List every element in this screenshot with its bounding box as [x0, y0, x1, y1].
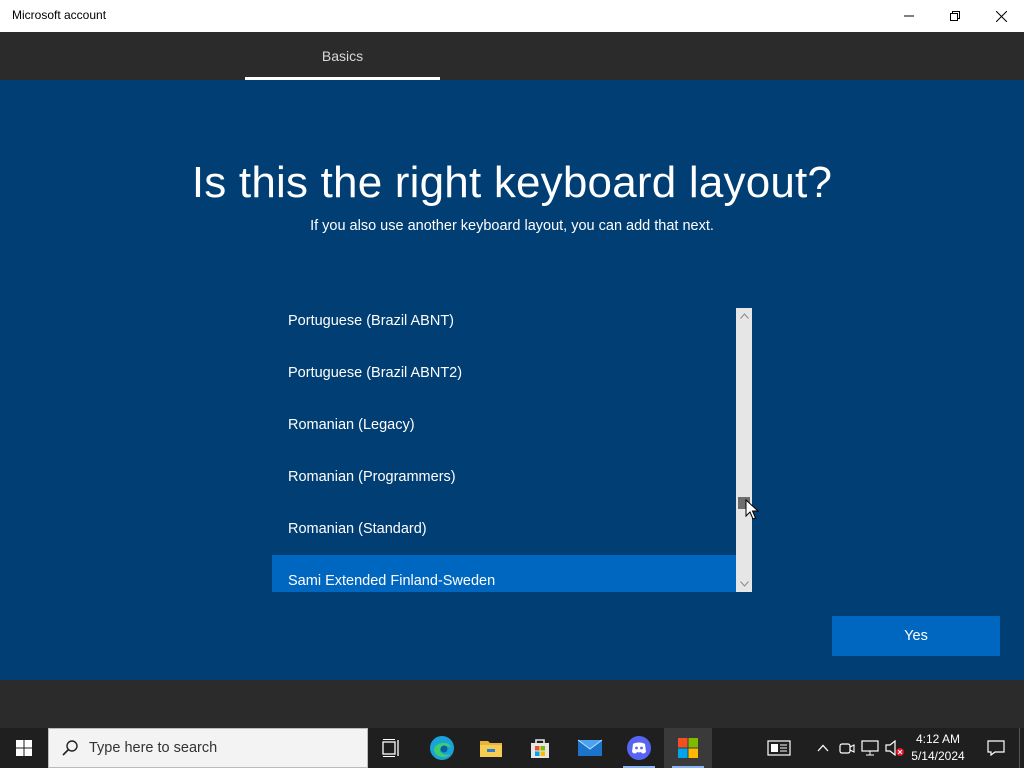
taskbar: Type here to search 4:12 AM 5/14/2024 [0, 728, 1024, 768]
network-icon [861, 740, 879, 756]
chevron-down-icon [739, 581, 749, 587]
discord-icon [627, 736, 651, 760]
title-bar: Microsoft account [0, 0, 1024, 32]
tab-strip: Basics [0, 32, 1024, 80]
store-icon [531, 739, 549, 758]
taskbar-clock[interactable]: 4:12 AM 5/14/2024 [906, 731, 970, 765]
search-icon [62, 740, 78, 756]
yes-button[interactable]: Yes [832, 616, 1000, 656]
restore-icon [950, 11, 960, 21]
search-placeholder: Type here to search [89, 740, 218, 756]
mail-button[interactable] [566, 728, 614, 768]
restore-button[interactable] [932, 0, 978, 32]
list-item[interactable]: Portuguese (Brazil ABNT) [272, 308, 736, 344]
clock-date: 5/14/2024 [911, 749, 965, 763]
chevron-up-icon [739, 313, 749, 319]
discord-button[interactable] [615, 728, 663, 768]
taskbar-search[interactable]: Type here to search [48, 728, 368, 768]
close-icon [995, 10, 1007, 22]
edge-icon [430, 736, 454, 760]
list-item[interactable]: Portuguese (Brazil ABNT2) [272, 360, 736, 396]
speaker-muted-icon [885, 740, 904, 756]
file-explorer-button[interactable] [467, 728, 515, 768]
notification-icon [987, 740, 1005, 756]
edge-button[interactable] [418, 728, 466, 768]
show-hidden-icons-button[interactable] [814, 728, 832, 768]
keyboard-layout-list[interactable]: Portuguese (Brazil ABNT) Portuguese (Bra… [272, 308, 752, 592]
microsoft-logo-icon [678, 738, 698, 758]
windows-setup-button[interactable] [664, 728, 712, 768]
list-item[interactable]: Romanian (Legacy) [272, 412, 736, 448]
microsoft-store-button[interactable] [516, 728, 564, 768]
minimize-button[interactable] [886, 0, 932, 32]
main-panel: Is this the right keyboard layout? If yo… [0, 80, 1024, 680]
task-view-icon [382, 739, 399, 757]
window-title: Microsoft account [12, 8, 107, 22]
mouse-cursor-icon [745, 499, 759, 520]
list-scrollbar[interactable] [736, 308, 752, 592]
show-desktop-button[interactable] [1019, 728, 1024, 768]
list-item[interactable]: Romanian (Standard) [272, 516, 736, 552]
chevron-up-icon [817, 744, 829, 752]
tab-basics[interactable]: Basics [245, 32, 440, 80]
page-subtitle: If you also use another keyboard layout,… [310, 218, 714, 234]
mail-icon [577, 739, 603, 756]
action-center-button[interactable] [976, 728, 1016, 768]
close-button[interactable] [978, 0, 1024, 32]
network-button[interactable] [860, 728, 880, 768]
task-view-button[interactable] [368, 728, 416, 768]
page-title: Is this the right keyboard layout? [191, 158, 833, 207]
news-widget-button[interactable] [764, 728, 794, 768]
list-item[interactable]: Romanian (Programmers) [272, 464, 736, 500]
camera-icon [839, 743, 855, 754]
folder-icon [480, 741, 502, 757]
volume-button[interactable] [884, 728, 906, 768]
scroll-down-button[interactable] [736, 576, 752, 592]
start-button[interactable] [0, 728, 48, 768]
minimize-icon [904, 15, 914, 17]
list-item-selected[interactable]: Sami Extended Finland-Sweden [272, 555, 736, 592]
clock-time: 4:12 AM [915, 732, 961, 746]
windows-logo-icon [16, 740, 32, 756]
meet-now-button[interactable] [838, 728, 856, 768]
scroll-up-button[interactable] [736, 308, 752, 324]
news-icon [767, 740, 791, 756]
footer-bar [0, 680, 1024, 728]
